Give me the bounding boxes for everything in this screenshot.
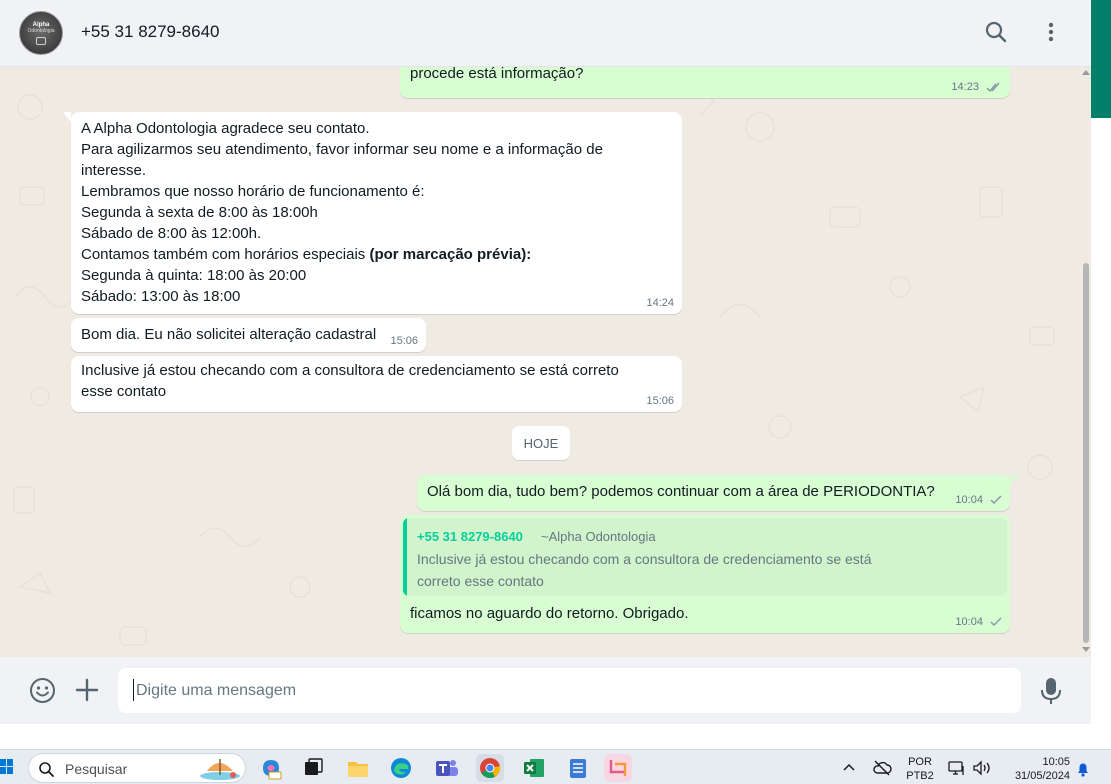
message-line: Lembramos que nosso horário de funcionam… [81, 183, 425, 200]
incoming-message[interactable]: Bom dia. Eu não solicitei alteração cada… [71, 318, 426, 352]
emoji-icon[interactable] [29, 677, 56, 704]
outgoing-message[interactable]: procede está informação? 14:23 [400, 67, 1010, 98]
message-input[interactable] [118, 668, 1021, 713]
single-check-icon [990, 617, 1002, 627]
date-divider: HOJE [512, 426, 570, 460]
taskbar-snipping-tool[interactable] [604, 754, 632, 782]
double-check-icon [986, 82, 1000, 92]
menu-dots-icon[interactable] [1039, 20, 1063, 44]
quote-author: +55 31 8279-8640 [417, 529, 523, 544]
windows-start-icon[interactable] [0, 758, 14, 776]
message-line: A Alpha Odontologia agradece seu contato… [81, 120, 370, 137]
chevron-up-icon[interactable] [842, 761, 856, 773]
clock-time: 10:05 [1042, 756, 1070, 768]
taskbar-excel[interactable] [520, 754, 548, 782]
message-time: 14:24 [646, 297, 674, 309]
message-line: Contamos também com horários especiais (… [81, 246, 532, 263]
attach-plus-icon[interactable] [74, 677, 100, 703]
teams-icon [436, 760, 458, 776]
taskbar-chrome[interactable] [476, 754, 504, 782]
message-pane[interactable]: procede está informação? 14:23 A Alpha O… [0, 67, 1091, 657]
search-highlight-illustration [200, 759, 240, 780]
taskbar-search-label: Pesquisar [65, 761, 128, 777]
message-line: Sábado de 8:00 às 12:00h. [81, 225, 262, 242]
copilot-icon [263, 760, 282, 780]
contact-name[interactable]: +55 31 8279-8640 [81, 22, 220, 42]
text-caret [133, 679, 134, 701]
message-composer [0, 657, 1091, 724]
message-text: Inclusive já estou checando com a consul… [81, 362, 619, 400]
snipping-tool-icon [609, 760, 627, 776]
incoming-message[interactable]: A Alpha Odontologia agradece seu contato… [63, 112, 682, 314]
network-icon[interactable] [948, 760, 966, 776]
message-bold-text: (por marcação prévia): [365, 246, 532, 263]
incoming-message[interactable]: Inclusive já estou checando com a consul… [71, 356, 682, 412]
avatar-logo-mark [36, 36, 46, 45]
taskbar-edge[interactable] [387, 754, 415, 782]
message-text: ficamos no aguardo do retorno. Obrigado. [410, 605, 689, 622]
taskbar: Pesquisar POR PTB2 10:05 31/05/2024 [0, 749, 1111, 784]
desktop-gap [0, 724, 1091, 749]
language-code: POR [908, 756, 932, 768]
message-line: Segunda à quinta: 18:00 às 20:00 [81, 267, 307, 284]
scroll-up-arrow-icon[interactable] [1082, 70, 1090, 75]
clock-date: 31/05/2024 [1014, 770, 1070, 782]
notification-bell-icon[interactable] [1076, 761, 1090, 777]
contact-avatar[interactable]: Alpha Odontologia [19, 11, 63, 55]
search-icon [39, 762, 54, 777]
quote-accent-bar [403, 518, 407, 596]
message-line: Sábado: 13:00 às 18:00 [81, 288, 241, 305]
chat-scrollbar[interactable] [1080, 67, 1091, 657]
outgoing-reply-message[interactable]: +55 31 8279-8640 ~Alpha Odontologia Incl… [400, 515, 1010, 633]
bubble-tail [63, 112, 71, 122]
taskbar-teams[interactable] [433, 754, 461, 782]
search-icon[interactable] [984, 20, 1008, 44]
message-time: 14:23 [951, 80, 1002, 94]
taskbar-copilot[interactable] [257, 754, 285, 782]
task-view-icon [305, 758, 323, 775]
message-line: interesse. [81, 162, 147, 179]
message-line: Segunda à sexta de 8:00 às 18:00h [81, 204, 318, 221]
taskbar-task-view[interactable] [299, 754, 327, 782]
scrollbar-thumb[interactable] [1083, 263, 1089, 643]
folder-icon [348, 762, 368, 777]
message-text: Bom dia. Eu não solicitei alteração cada… [81, 326, 377, 343]
onedrive-offline-icon[interactable] [872, 759, 892, 777]
background-window-edge [1091, 0, 1111, 749]
input-language-indicator[interactable]: POR PTB2 [902, 755, 938, 783]
taskbar-search-box[interactable]: Pesquisar [28, 753, 246, 783]
message-time: 15:06 [646, 395, 674, 407]
bubble-tail [1010, 475, 1018, 485]
whatsapp-window: Alpha Odontologia +55 31 8279-8640 proce… [0, 0, 1091, 724]
message-time: 10:04 [955, 615, 1002, 629]
chat-header: Alpha Odontologia +55 31 8279-8640 [0, 0, 1091, 67]
scroll-down-arrow-icon[interactable] [1082, 647, 1090, 652]
message-line: Para agilizarmos seu atendimento, favor … [81, 141, 603, 158]
taskbar-notepad[interactable] [564, 754, 592, 782]
quoted-message[interactable]: +55 31 8279-8640 ~Alpha Odontologia Incl… [403, 518, 1007, 596]
background-window-accent [1091, 0, 1111, 118]
chrome-icon [480, 758, 501, 779]
quote-pushname: ~Alpha Odontologia [541, 529, 656, 544]
taskbar-file-explorer[interactable] [344, 754, 372, 782]
microphone-icon[interactable] [1040, 677, 1062, 705]
taskbar-clock[interactable]: 10:05 31/05/2024 [1000, 755, 1070, 783]
edge-browser-icon [391, 758, 411, 778]
keyboard-layout: PTB2 [906, 770, 934, 782]
message-text: procede está informação? [410, 67, 584, 82]
message-time: 10:04 [955, 493, 1002, 507]
single-check-icon [990, 495, 1002, 505]
volume-icon[interactable] [972, 760, 992, 776]
message-text: Olá bom dia, tudo bem? podemos continuar… [427, 483, 935, 500]
notepad-icon [570, 759, 586, 778]
message-time: 15:06 [390, 335, 418, 347]
outgoing-message[interactable]: Olá bom dia, tudo bem? podemos continuar… [417, 475, 1018, 511]
excel-icon [524, 759, 544, 777]
quote-text: Inclusive já estou checando com a consul… [417, 551, 872, 589]
avatar-logo-subtext: Odontologia [27, 27, 55, 34]
